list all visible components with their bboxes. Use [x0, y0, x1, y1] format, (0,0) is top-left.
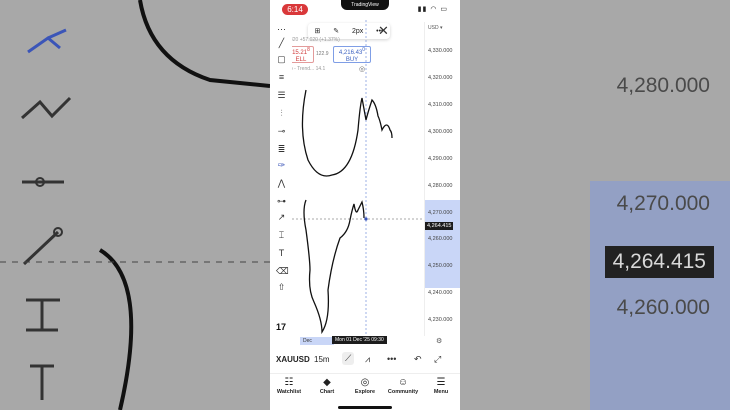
collapse-icon[interactable]: ⇧: [276, 282, 287, 293]
price-tick: 4,280.000: [428, 183, 453, 189]
indicators-icon[interactable]: ⩘: [365, 354, 370, 365]
current-price-label: 4,264.415: [425, 222, 454, 230]
chart-canvas[interactable]: [292, 20, 424, 336]
measure-icon[interactable]: ⌶: [276, 230, 287, 241]
tab-menu[interactable]: ☰ Menu: [422, 377, 460, 395]
rectangle-icon[interactable]: ▢: [276, 54, 287, 65]
currency-label: USD: [428, 25, 439, 31]
background-left: [0, 0, 270, 410]
tab-label: Chart: [319, 389, 335, 395]
pitchfork-icon[interactable]: ⫶: [276, 108, 287, 119]
chart-controls: XAUUSD 15m ⟋ ⩘ ••• ↶ ⤢: [270, 350, 460, 370]
status-time: 6:14: [282, 4, 308, 15]
arrow-icon[interactable]: ↗: [276, 212, 287, 223]
tab-watchlist[interactable]: ☷ Watchlist: [270, 377, 308, 395]
background-tools-zoom: [0, 0, 270, 410]
tab-explore[interactable]: ◎ Explore: [346, 377, 384, 395]
more-controls-button[interactable]: •••: [387, 354, 396, 364]
eraser-icon[interactable]: ⌫: [276, 266, 289, 277]
price-tick: 4,300.000: [428, 129, 453, 135]
horizontal-ray-icon[interactable]: ⊸: [276, 126, 287, 137]
horizontal-line-icon[interactable]: ⊶: [276, 196, 287, 207]
price-tick: 4,330.000: [428, 48, 453, 54]
drawing-tools-panel: ⋯ ╱ ▢ ≡ ☰ ⫶ ⊸ ≣ ✑ ⋀ ⊶ ↗ ⌶ T ⌫ ⇧: [270, 22, 292, 296]
menu-icon: ☰: [436, 377, 446, 388]
signal-icon: ▮▮: [417, 6, 428, 13]
background-tick: 4,280.000: [616, 74, 710, 97]
text-icon[interactable]: T: [276, 248, 287, 259]
freehand-drawing-upper: [301, 89, 393, 177]
price-tick: 4,320.000: [428, 75, 453, 81]
status-bar: 6:14 TradingView ▮▮ ◠ ▭: [270, 0, 460, 20]
background-current-price: 4,264.415: [604, 246, 714, 278]
battery-icon: ▭: [440, 6, 448, 13]
price-tick: 4,260.000: [428, 236, 453, 242]
scroll-up-icon[interactable]: ⋯: [276, 24, 287, 35]
tab-label: Explore: [354, 389, 376, 395]
price-tick: 4,290.000: [428, 156, 453, 162]
bottom-tab-bar: ☷ Watchlist ◆ Chart ◎ Explore ☺ Communit…: [270, 373, 460, 410]
price-tick: 4,230.000: [428, 317, 453, 323]
time-axis[interactable]: Dec Mon 01 Dec '25 09:30 ⚙: [270, 336, 460, 346]
crosshair-time-label: Mon 01 Dec '25 09:30: [332, 336, 387, 344]
people-icon: ☺: [397, 377, 409, 388]
tradingview-logo: 17: [276, 322, 287, 332]
currency-selector[interactable]: USD ▾: [428, 25, 442, 31]
symbol-button[interactable]: XAUUSD: [276, 355, 310, 364]
settings-gear-icon[interactable]: ⚙: [436, 337, 442, 345]
tab-label: Menu: [433, 389, 449, 395]
background-right: 4,280.000 4,270.000 4,264.415 4,260.000: [460, 0, 730, 410]
price-tick: 4,270.000: [428, 210, 453, 216]
price-tick: 4,250.000: [428, 263, 453, 269]
fib-retracement-icon[interactable]: ☰: [276, 90, 287, 101]
tab-label: Watchlist: [276, 389, 302, 395]
chart-icon: ◆: [323, 377, 331, 388]
tab-label: Community: [387, 389, 419, 395]
dynamic-island: TradingView: [341, 0, 389, 10]
time-month-label: Dec: [300, 337, 334, 345]
tab-chart[interactable]: ◆ Chart: [308, 377, 346, 395]
drawing-mode-icon[interactable]: ⟋: [342, 352, 355, 365]
compass-icon: ◎: [360, 377, 370, 388]
freehand-drawing-lower: [303, 199, 365, 335]
status-icons: ▮▮ ◠ ▭: [418, 5, 448, 13]
parallel-channel-icon[interactable]: ≡: [276, 72, 287, 83]
tab-community[interactable]: ☺ Community: [384, 377, 422, 395]
fib-channel-icon[interactable]: ≣: [276, 144, 287, 155]
background-tick: 4,260.000: [616, 296, 710, 319]
wifi-icon: ◠: [430, 6, 438, 13]
home-indicator: [338, 406, 392, 409]
watchlist-icon: ☷: [284, 377, 294, 388]
undo-icon[interactable]: ↶: [414, 354, 422, 365]
brush-icon[interactable]: ✑: [276, 160, 287, 171]
background-tick: 4,270.000: [616, 192, 710, 215]
trend-line-icon[interactable]: ╱: [276, 38, 287, 49]
price-axis[interactable]: USD ▾ 4,330.000 4,320.000 4,310.000 4,30…: [424, 22, 460, 336]
price-tick: 4,240.000: [428, 290, 453, 296]
interval-button[interactable]: 15m: [314, 355, 330, 364]
phone-screen: 6:14 TradingView ▮▮ ◠ ▭ ⊞ ✎ 2px ••• ✕ 82…: [270, 0, 460, 410]
path-icon[interactable]: ⋀: [276, 178, 287, 189]
price-tick: 4,310.000: [428, 102, 453, 108]
fullscreen-icon[interactable]: ⤢: [434, 354, 441, 365]
drawing-anchor-point[interactable]: [364, 217, 368, 221]
